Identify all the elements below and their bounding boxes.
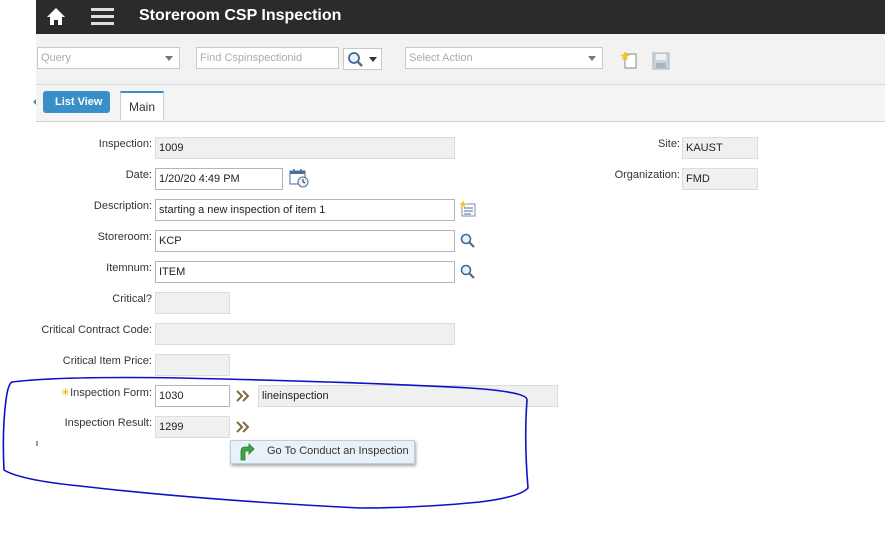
annotation-overlay [2, 376, 529, 509]
annotation-circle [2, 376, 529, 509]
